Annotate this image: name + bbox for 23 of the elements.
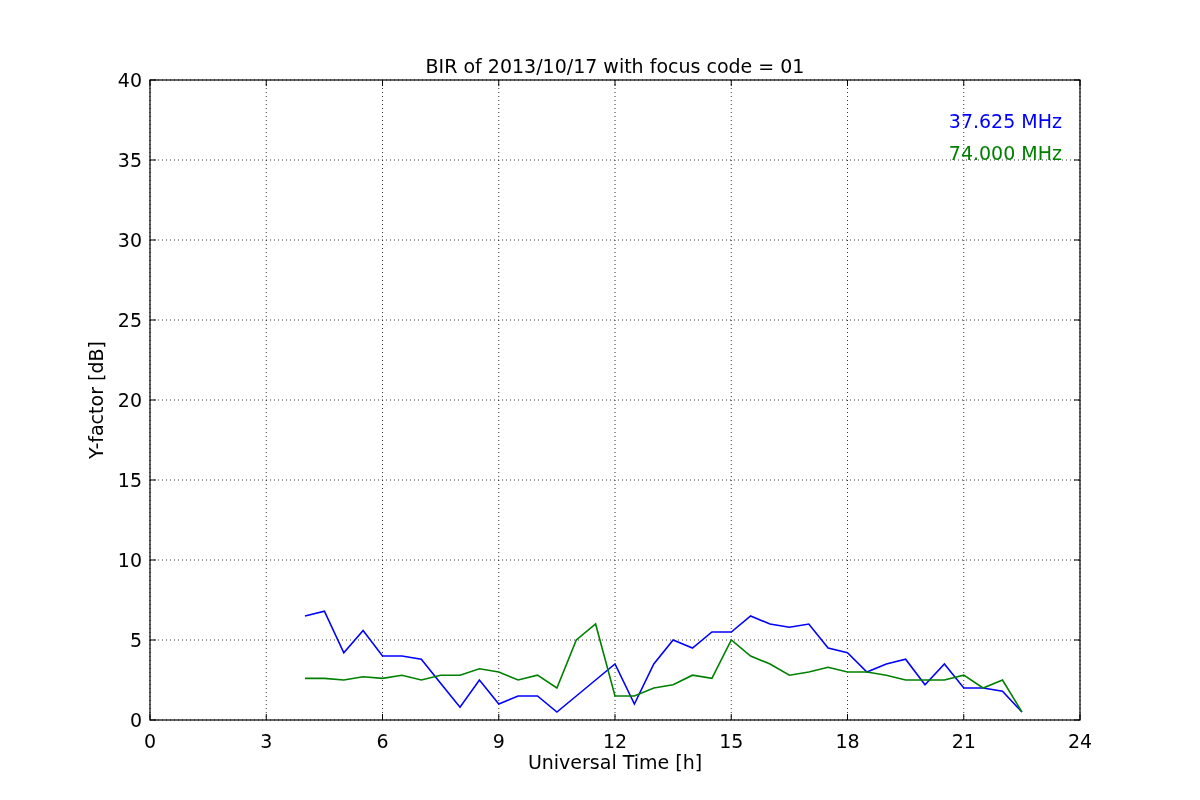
tick-label: 3 (260, 730, 273, 752)
tick-label: 15 (719, 730, 744, 752)
tick-label: 18 (835, 730, 860, 752)
tick-label: 21 (951, 730, 976, 752)
tick-label: 0 (129, 709, 142, 731)
legend-label: 37.625 MHz (948, 110, 1062, 132)
tick-label: 6 (376, 730, 389, 752)
tick-label: 20 (117, 389, 142, 411)
y-axis-label: Y-factor [dB] (85, 341, 107, 459)
tick-label: 5 (129, 629, 142, 651)
tick-label: 9 (492, 730, 505, 752)
x-axis-label: Universal Time [h] (527, 751, 703, 773)
tick-label: 15 (117, 469, 142, 491)
tick-label: 10 (117, 549, 142, 571)
chart-title: BIR of 2013/10/17 with focus code = 01 (425, 55, 805, 77)
tick-label: 0 (143, 730, 157, 752)
tick-label: 40 (117, 69, 142, 91)
tick-label: 35 (117, 149, 142, 171)
legend-label: 74.000 MHz (948, 142, 1062, 164)
tick-label: 30 (117, 229, 142, 251)
tick-label: 12 (602, 730, 628, 752)
tick-label: 25 (117, 309, 142, 331)
tick-label: 24 (1067, 730, 1093, 752)
